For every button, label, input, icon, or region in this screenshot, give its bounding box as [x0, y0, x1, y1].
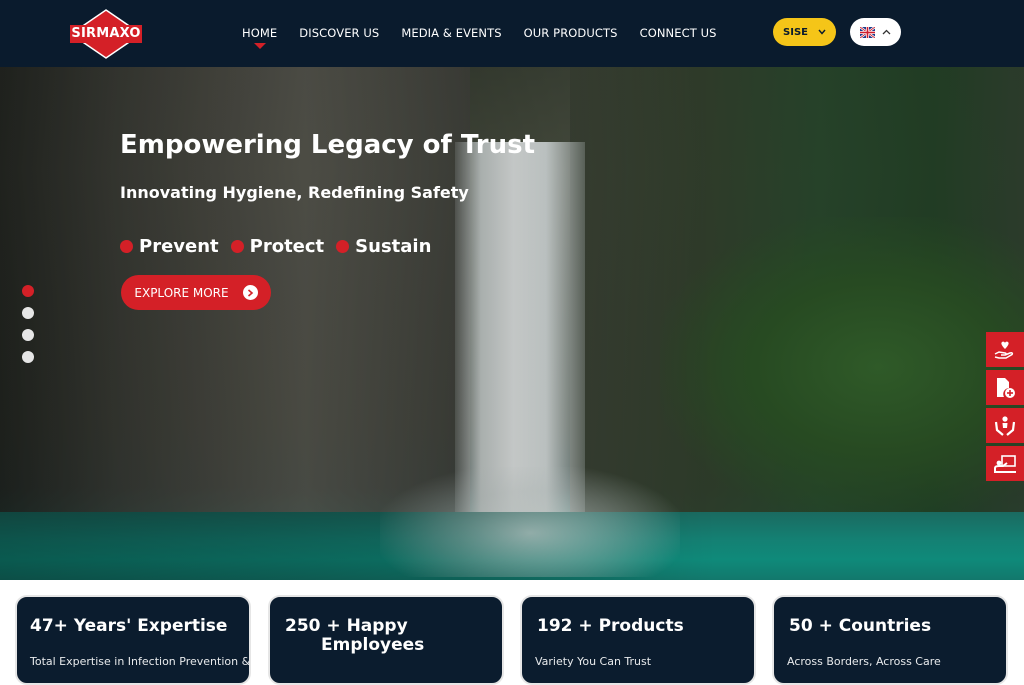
- document-plus-icon: [997, 377, 1015, 398]
- pillar-label: Prevent: [139, 236, 219, 257]
- pillar-sustain: Sustain: [336, 236, 431, 257]
- stat-title: 50 + Countries: [789, 616, 932, 636]
- chevron-up-icon: [882, 29, 891, 35]
- stat-card-employees: 250 + Happy Employees: [268, 595, 504, 685]
- sise-dropdown-button[interactable]: SISE: [773, 18, 836, 46]
- stat-title-line-1: 250 + Happy: [285, 616, 408, 636]
- stat-description: Across Borders, Across Care: [787, 655, 941, 668]
- top-nav-bar: SIRMAXO HOME DISCOVER US MEDIA & EVENTS …: [0, 0, 1024, 67]
- side-link-document-plus[interactable]: [986, 370, 1024, 405]
- pillar-label: Sustain: [355, 236, 432, 257]
- stat-title: 250 + Happy Employees: [285, 617, 424, 655]
- logo-text: SIRMAXO: [70, 25, 142, 43]
- chevron-down-icon: [818, 29, 826, 35]
- hero-banner: Empowering Legacy of Trust Innovating Hy…: [0, 67, 1024, 580]
- language-selector[interactable]: [850, 18, 901, 46]
- pillar-prevent: Prevent: [120, 236, 219, 257]
- red-dot-icon: [336, 240, 350, 253]
- hand-heart-icon: [994, 341, 1014, 359]
- explore-more-label: EXPLORE MORE: [134, 285, 229, 300]
- main-nav: HOME DISCOVER US MEDIA & EVENTS OUR PROD…: [242, 26, 717, 49]
- nav-item-media-events[interactable]: MEDIA & EVENTS: [401, 26, 501, 40]
- stat-title: 192 + Products: [537, 616, 684, 636]
- side-link-presentation[interactable]: [986, 446, 1024, 481]
- nav-item-home[interactable]: HOME: [242, 26, 277, 49]
- slide-dot-4[interactable]: [22, 351, 34, 363]
- side-link-hand-heart[interactable]: [986, 332, 1024, 367]
- slide-dot-2[interactable]: [22, 307, 34, 319]
- side-link-hands-care[interactable]: [986, 408, 1024, 443]
- chevron-right-icon: [242, 285, 258, 300]
- stat-card-years: 47+ Years' Expertise Total Expertise in …: [15, 595, 251, 685]
- stat-description: Total Expertise in Infection Prevention …: [30, 655, 251, 668]
- stat-description: Variety You Can Trust: [535, 655, 652, 668]
- slide-dot-1[interactable]: [22, 285, 34, 297]
- hero-title: Empowering Legacy of Trust: [120, 130, 535, 160]
- side-quick-links: [986, 332, 1024, 481]
- slider-pagination: [22, 285, 34, 363]
- nav-item-discover-us[interactable]: DISCOVER US: [299, 26, 379, 40]
- hands-care-icon: [994, 415, 1016, 436]
- red-dot-icon: [230, 240, 244, 253]
- presentation-icon: [994, 454, 1016, 473]
- slide-dot-3[interactable]: [22, 329, 34, 341]
- hero-subtitle: Innovating Hygiene, Redefining Safety: [120, 183, 469, 202]
- red-dot-icon: [120, 240, 133, 253]
- stat-card-products: 192 + Products Variety You Can Trust: [520, 595, 756, 685]
- stat-title: 47+ Years' Expertise: [30, 616, 228, 636]
- explore-more-button[interactable]: EXPLORE MORE: [121, 275, 271, 310]
- nav-item-our-products[interactable]: OUR PRODUCTS: [524, 26, 618, 40]
- pillar-label: Protect: [249, 236, 325, 257]
- uk-flag-icon: [860, 26, 875, 38]
- pillar-protect: Protect: [230, 236, 325, 257]
- nav-item-connect-us[interactable]: CONNECT US: [640, 26, 717, 40]
- sirmaxo-logo[interactable]: SIRMAXO: [70, 9, 142, 59]
- stat-card-countries: 50 + Countries Across Borders, Across Ca…: [772, 595, 1008, 685]
- hero-pillars: Prevent Protect Sustain: [120, 236, 431, 257]
- stats-section: 47+ Years' Expertise Total Expertise in …: [0, 580, 1024, 685]
- sise-label: SISE: [783, 26, 808, 38]
- stat-title-line-2: Employees: [321, 635, 425, 655]
